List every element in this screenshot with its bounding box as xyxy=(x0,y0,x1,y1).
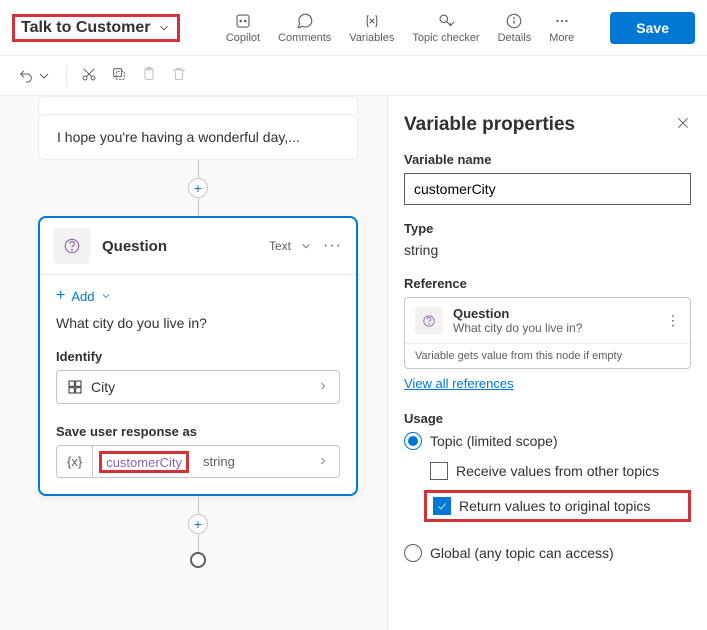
radio-icon xyxy=(404,432,422,450)
chevron-down-icon[interactable] xyxy=(299,239,313,253)
question-output-type: Text xyxy=(269,239,291,253)
copilot-button[interactable]: Copilot xyxy=(226,12,260,44)
variable-picker[interactable]: {x} customerCity string xyxy=(56,445,340,478)
info-icon xyxy=(505,12,523,30)
cut-button[interactable] xyxy=(81,66,97,85)
reference-more-menu[interactable]: ⋮ xyxy=(666,312,680,329)
message-node[interactable]: I hope you're having a wonderful day,... xyxy=(38,114,358,160)
details-button[interactable]: Details xyxy=(498,12,532,44)
connector-line xyxy=(198,160,199,178)
type-value: string xyxy=(404,242,691,258)
variable-properties-panel: Variable properties Variable name Type s… xyxy=(387,96,707,630)
message-text: I hope you're having a wonderful day,... xyxy=(57,129,339,145)
chevron-down-icon xyxy=(157,21,171,35)
panel-title: Variable properties xyxy=(404,114,575,136)
checkbox-icon xyxy=(430,462,448,480)
topic-title: Talk to Customer xyxy=(21,19,151,37)
add-condition-button[interactable]: + Add xyxy=(56,287,340,305)
copy-button[interactable] xyxy=(111,66,127,85)
close-icon xyxy=(675,115,691,131)
cut-icon xyxy=(81,66,97,82)
more-button[interactable]: More xyxy=(549,12,574,44)
usage-label: Usage xyxy=(404,411,691,426)
variable-name-input[interactable] xyxy=(404,173,691,205)
copilot-icon xyxy=(234,12,252,30)
question-prompt[interactable]: What city do you live in? xyxy=(56,315,340,331)
trash-icon xyxy=(171,66,187,82)
divider xyxy=(66,66,67,86)
chevron-right-icon xyxy=(317,379,329,395)
reference-card[interactable]: Question What city do you live in? ⋮ Var… xyxy=(404,297,691,369)
connector-line xyxy=(198,198,199,216)
variable-name: customerCity xyxy=(106,455,182,470)
header-actions: Copilot Comments Variables Topic checker… xyxy=(226,12,695,44)
topic-checker-icon xyxy=(437,12,455,30)
comments-button[interactable]: Comments xyxy=(278,12,331,44)
scope-topic-radio[interactable]: Topic (limited scope) xyxy=(404,432,691,450)
paste-icon xyxy=(141,66,157,82)
return-values-checkbox[interactable]: Return values to original topics xyxy=(433,497,682,515)
question-icon xyxy=(415,307,443,335)
question-node-header: Question Text ··· xyxy=(40,218,356,275)
save-response-label: Save user response as xyxy=(56,424,340,439)
entity-icon xyxy=(67,379,83,395)
authoring-canvas[interactable]: I hope you're having a wonderful day,...… xyxy=(0,96,387,630)
undo-icon xyxy=(18,68,34,84)
variables-icon xyxy=(363,12,381,30)
undo-button[interactable] xyxy=(18,68,52,84)
close-button[interactable] xyxy=(675,115,691,136)
reference-note: Variable gets value from this node if em… xyxy=(405,343,690,368)
question-node-title: Question xyxy=(102,238,269,255)
reference-label: Reference xyxy=(404,276,691,291)
save-button[interactable]: Save xyxy=(610,12,695,44)
topic-title-dropdown[interactable]: Talk to Customer xyxy=(12,14,180,42)
view-all-references-link[interactable]: View all references xyxy=(404,376,514,391)
end-node xyxy=(190,552,206,568)
question-node[interactable]: Question Text ··· + Add What city do you… xyxy=(38,216,358,496)
question-icon xyxy=(54,228,90,264)
copy-icon xyxy=(111,66,127,82)
app-header: Talk to Customer Copilot Comments Variab… xyxy=(0,0,707,56)
variable-type: string xyxy=(203,454,235,469)
chevron-right-icon xyxy=(307,454,339,470)
radio-icon xyxy=(404,544,422,562)
add-node-button[interactable]: + xyxy=(188,178,208,198)
chevron-down-icon xyxy=(36,68,52,84)
add-node-button[interactable]: + xyxy=(188,514,208,534)
chevron-down-icon xyxy=(100,290,112,302)
message-node-header-stub xyxy=(38,96,358,114)
variables-button[interactable]: Variables xyxy=(349,12,394,44)
receive-values-checkbox[interactable]: Receive values from other topics xyxy=(430,462,691,480)
reference-title: Question xyxy=(453,306,582,321)
canvas-toolbar xyxy=(0,56,707,96)
more-icon xyxy=(553,12,571,30)
comment-icon xyxy=(296,12,314,30)
identify-entity-value: City xyxy=(91,379,115,395)
checkbox-icon xyxy=(433,497,451,515)
variable-name-label: Variable name xyxy=(404,152,691,167)
node-more-menu[interactable]: ··· xyxy=(323,237,342,255)
paste-button[interactable] xyxy=(141,66,157,85)
identify-label: Identify xyxy=(56,349,340,364)
connector-line xyxy=(198,534,199,552)
topic-checker-button[interactable]: Topic checker xyxy=(412,12,479,44)
variable-icon: {x} xyxy=(57,446,93,477)
scope-global-radio[interactable]: Global (any topic can access) xyxy=(404,544,691,562)
type-label: Type xyxy=(404,221,691,236)
reference-subtitle: What city do you live in? xyxy=(453,321,582,335)
delete-button[interactable] xyxy=(171,66,187,85)
connector-line xyxy=(198,496,199,514)
identify-entity-picker[interactable]: City xyxy=(56,370,340,404)
